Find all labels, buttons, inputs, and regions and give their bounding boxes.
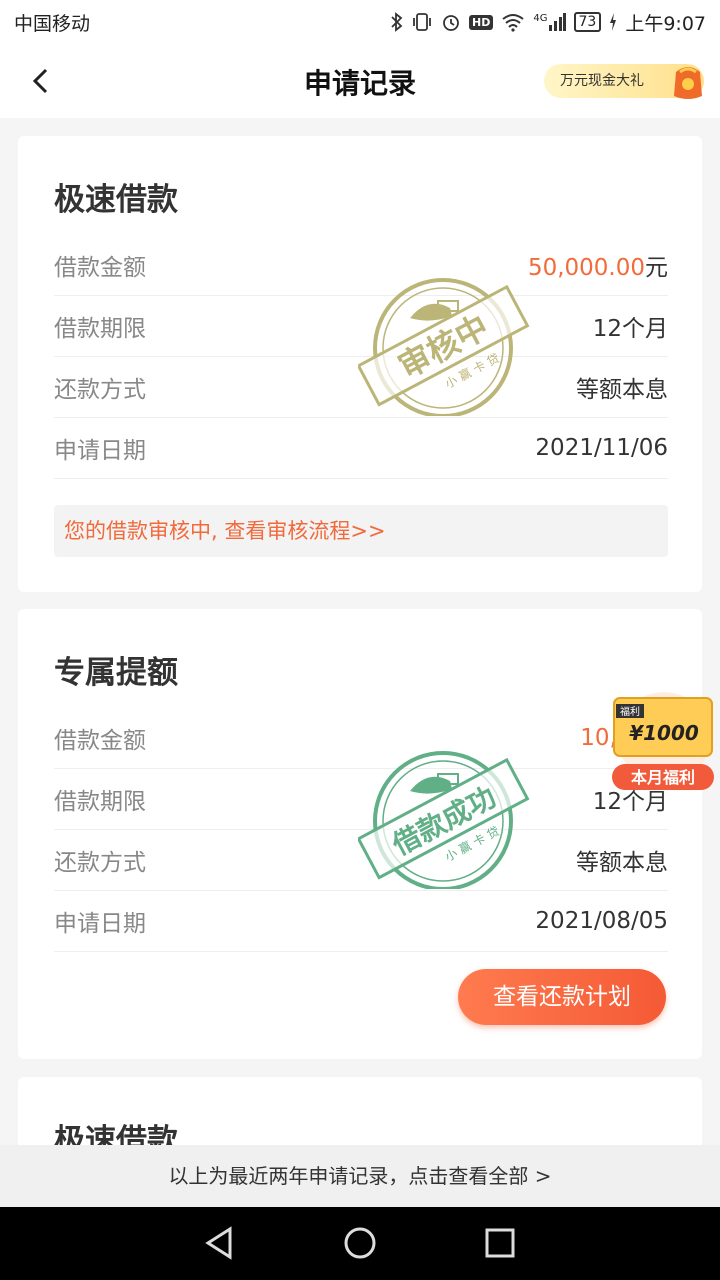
vibrate-icon (411, 12, 433, 32)
card-title: 极速借款 (54, 182, 178, 218)
home-circle-icon[interactable] (342, 1225, 378, 1261)
welfare-amount: ¥1000 (629, 721, 699, 745)
row-label: 借款金额 (54, 254, 146, 281)
view-repayment-plan-button[interactable]: 查看还款计划 (458, 969, 666, 1025)
wifi-icon (501, 12, 525, 32)
red-envelope-icon (674, 67, 702, 99)
status-bar: 中国移动 HD 4G 73 上午9:07 (0, 0, 720, 44)
row-label: 申请日期 (54, 437, 146, 464)
navigation-bar: 申请记录 万元现金大礼 (0, 44, 720, 118)
row-label: 借款金额 (54, 727, 146, 754)
carrier-label: 中国移动 (14, 12, 91, 35)
loan-term-value: 12个月 (592, 315, 668, 342)
network-type-label: 4G (533, 13, 548, 24)
card-title: 专属提额 (54, 655, 178, 691)
under-review-stamp: 审核中 小 赢 卡 贷 (358, 278, 530, 416)
row-label: 借款期限 (54, 788, 146, 815)
application-date-row: 申请日期 2021/08/05 (54, 890, 668, 952)
row-label: 还款方式 (54, 376, 146, 403)
promo-label: 万元现金大礼 (560, 73, 644, 89)
repayment-method-value: 等额本息 (576, 849, 668, 876)
row-label: 借款期限 (54, 315, 146, 342)
loan-success-stamp: 借款成功 小 赢 卡 贷 (358, 751, 530, 889)
row-label: 还款方式 (54, 849, 146, 876)
application-card-2[interactable]: 专属提额 借款金额 10,000. 借款期限 12个月 还款方式 等额本息 申请… (18, 609, 702, 1059)
monthly-welfare-float[interactable]: 福利 ¥1000 本月福利 (606, 690, 720, 794)
loan-amount-value: 50,000.00 (527, 254, 645, 281)
welfare-tag: 福利 (620, 705, 640, 718)
hd-icon: HD (469, 14, 494, 30)
status-icons: HD 4G 73 上午9:07 (391, 9, 706, 36)
application-date-row: 申请日期 2021/11/06 (54, 417, 668, 479)
battery-icon: 73 (573, 12, 602, 32)
repayment-method-value: 等额本息 (576, 376, 668, 403)
application-date-value: 2021/11/06 (535, 434, 668, 461)
clock-time: 上午9:07 (625, 12, 706, 35)
recents-square-icon[interactable] (482, 1225, 518, 1261)
alarm-icon (441, 12, 461, 32)
charging-icon (609, 13, 617, 31)
application-card-1[interactable]: 极速借款 借款金额 50,000.00元 借款期限 12个月 还款方式 等额本息… (18, 136, 702, 592)
view-all-records-link[interactable]: 以上为最近两年申请记录，点击查看全部 > (0, 1145, 720, 1207)
back-triangle-icon[interactable] (202, 1225, 238, 1261)
application-date-value: 2021/08/05 (535, 907, 668, 934)
welfare-label: 本月福利 (631, 768, 695, 787)
signal-icon: 4G (533, 13, 566, 31)
bluetooth-icon (391, 12, 403, 32)
review-process-link[interactable]: 您的借款审核中, 查看审核流程>> (54, 505, 668, 557)
cash-gift-promo[interactable]: 万元现金大礼 (544, 64, 704, 99)
currency-unit: 元 (645, 254, 668, 281)
system-navigation-bar (0, 1207, 720, 1280)
row-label: 申请日期 (54, 910, 146, 937)
